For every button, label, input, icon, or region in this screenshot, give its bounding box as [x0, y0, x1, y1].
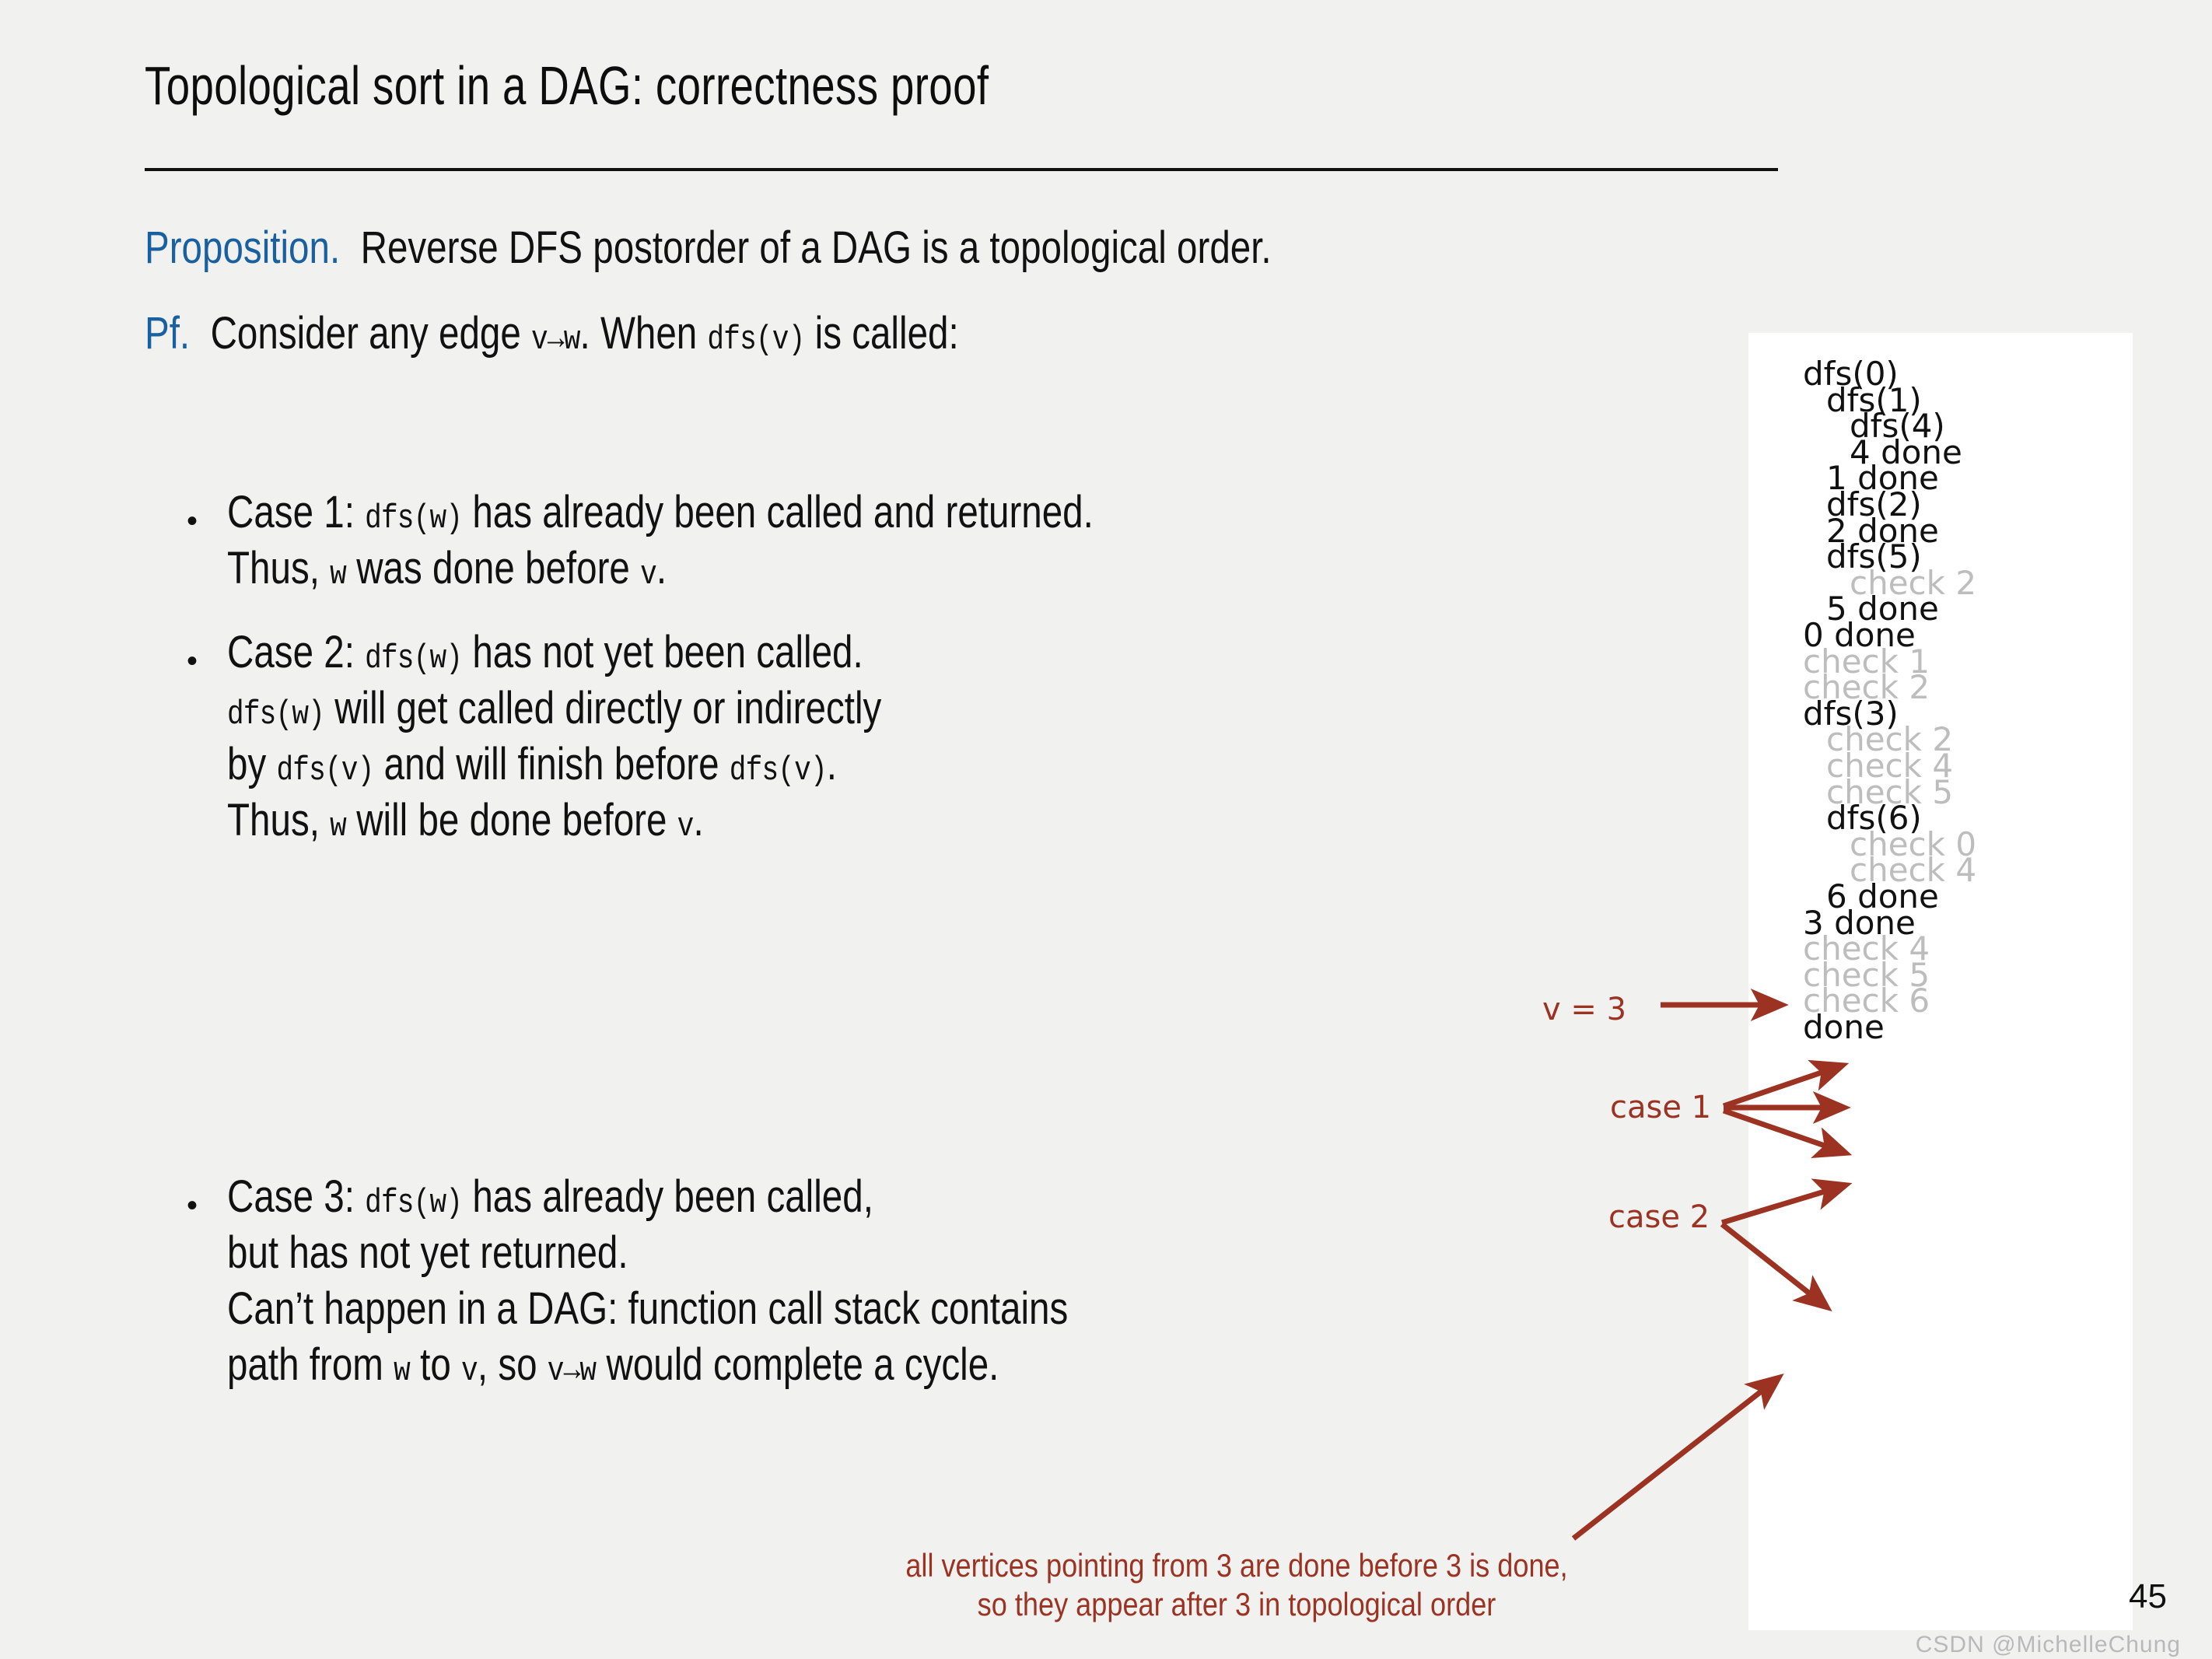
- code-token: v: [640, 555, 657, 594]
- text-token: path from: [227, 1339, 394, 1390]
- case-bullet-3: •: [187, 1188, 198, 1223]
- page-number: 45: [2129, 1577, 2167, 1615]
- annotation-v-label: v = 3: [1542, 992, 1627, 1027]
- proposition-label: Proposition.: [145, 222, 341, 273]
- case-2-line-1: Case 2: dfs(w) has not yet been called.: [227, 627, 863, 678]
- case-3-line-2: but has not yet returned.: [227, 1230, 628, 1276]
- case-2-line-3: by dfs(v) and will finish before dfs(v).: [227, 739, 838, 790]
- code-token: w: [330, 555, 347, 594]
- title-divider: [145, 168, 1778, 171]
- annotation-case2-label: case 2: [1608, 1199, 1710, 1235]
- text-token: but has not yet returned.: [227, 1227, 628, 1278]
- text-token: Case 1:: [227, 487, 366, 537]
- proof-text-a: Consider any edge: [210, 308, 532, 359]
- text-token: will be done before: [345, 795, 677, 845]
- text-token: was done before: [345, 543, 641, 593]
- code-token: v: [677, 807, 695, 846]
- code-token: w: [330, 807, 347, 846]
- annotation-case1-label: case 1: [1610, 1090, 1712, 1125]
- text-token: Thus,: [227, 795, 331, 845]
- text-token: would complete a cycle.: [596, 1339, 999, 1390]
- case-3-line-3: Can’t happen in a DAG: function call sta…: [227, 1286, 1068, 1332]
- code-token: dfs(w): [227, 695, 325, 734]
- text-token: to: [409, 1339, 462, 1390]
- watermark: CSDN @MichelleChung: [1915, 1632, 2181, 1657]
- proposition-text: Reverse DFS postorder of a DAG is a topo…: [360, 222, 1272, 273]
- code-token: dfs(v): [729, 751, 828, 790]
- text-token: .: [826, 739, 838, 789]
- proof-line: Pf. Consider any edge v→w. When dfs(v) i…: [145, 308, 959, 359]
- slide: Topological sort in a DAG: correctness p…: [0, 0, 2212, 1659]
- code-token: v→w: [547, 1352, 597, 1391]
- code-token: dfs(v): [276, 751, 374, 790]
- page-title: Topological sort in a DAG: correctness p…: [145, 55, 989, 116]
- text-token: Thus,: [227, 543, 331, 593]
- proof-text-b: . When: [579, 308, 708, 359]
- proposition-line: Proposition. Reverse DFS postorder of a …: [145, 226, 1272, 271]
- text-token: , so: [477, 1339, 548, 1390]
- dfs-trace-panel: dfs(0) dfs(1) dfs(4) 4 done 1 done dfs(2) 2 do…: [1748, 333, 2133, 1630]
- dfs-call: dfs(v): [707, 320, 805, 359]
- text-token: has not yet been called.: [462, 627, 863, 677]
- code-token: dfs(w): [365, 499, 463, 538]
- code-token: v: [461, 1352, 478, 1391]
- bottom-caption: all vertices pointing from 3 are done be…: [812, 1546, 1661, 1623]
- text-token: Case 3:: [227, 1171, 366, 1222]
- edge-notation: v→w: [531, 320, 580, 359]
- trace-line: done: [1803, 1008, 1885, 1046]
- code-token: dfs(w): [365, 639, 463, 678]
- code-token: w: [394, 1352, 411, 1391]
- text-token: has already been called,: [462, 1171, 873, 1222]
- text-token: will get called directly or indirectly: [324, 683, 882, 733]
- arrow-caption-3done: [1571, 1373, 1784, 1541]
- case-3-line-1: Case 3: dfs(w) has already been called,: [227, 1171, 873, 1223]
- proof-label: Pf.: [145, 308, 191, 359]
- text-token: .: [693, 795, 704, 845]
- case-3-line-4: path from w to v, so v→w would complete …: [227, 1339, 999, 1391]
- caption-line-1: all vertices pointing from 3 are done be…: [905, 1547, 1568, 1584]
- text-token: by: [227, 739, 277, 789]
- text-token: .: [656, 543, 667, 593]
- case-1-line-2: Thus, w was done before v.: [227, 543, 667, 594]
- text-token: Can’t happen in a DAG: function call sta…: [227, 1283, 1069, 1334]
- text-token: Case 2:: [227, 627, 366, 677]
- case-1-line-1: Case 1: dfs(w) has already been called a…: [227, 487, 1094, 538]
- code-token: dfs(w): [365, 1184, 463, 1223]
- text-token: has already been called and returned.: [462, 487, 1094, 537]
- case-2-line-2: dfs(w) will get called directly or indir…: [227, 683, 882, 734]
- case-2-line-4: Thus, w will be done before v.: [227, 795, 704, 846]
- text-token: and will finish before: [373, 739, 730, 789]
- case-bullet-2: •: [187, 644, 198, 678]
- caption-line-2: so they appear after 3 in topological or…: [977, 1585, 1496, 1622]
- case-bullet-1: •: [187, 504, 198, 538]
- proof-text-c: is called:: [804, 308, 959, 359]
